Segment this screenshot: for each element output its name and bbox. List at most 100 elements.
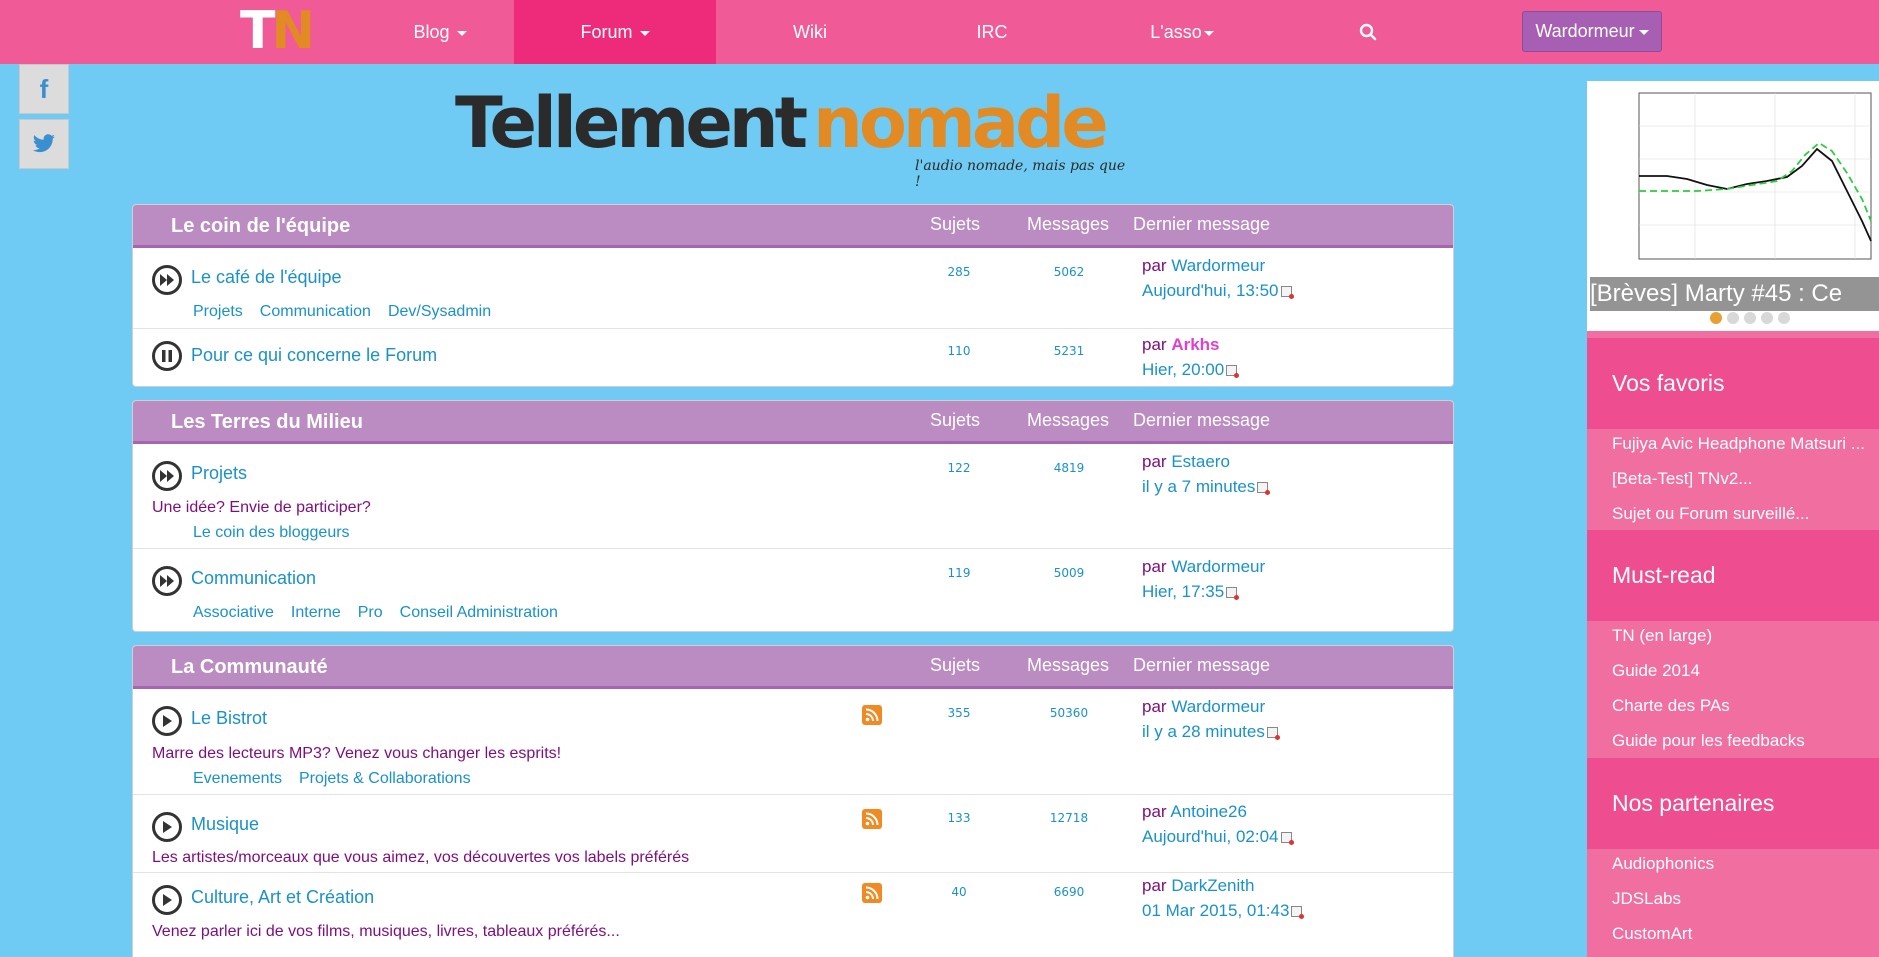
subforum-link[interactable]: Projets (193, 303, 243, 321)
section-title[interactable]: Le coin de l'équipe (171, 215, 350, 238)
last-post-time[interactable]: Aujourd'hui, 13:50 (1142, 278, 1294, 303)
forum-row: Le café de l'équipe Projets Communicatio… (133, 248, 1453, 329)
forum-title-link[interactable]: Musique (191, 814, 259, 835)
partner-link[interactable]: Audiophonics (1612, 854, 1714, 874)
rss-feed-button[interactable] (862, 883, 882, 903)
must-read-link[interactable]: TN (en large) (1612, 626, 1712, 646)
subforum-list: Associative Interne Pro Conseil Administ… (193, 604, 558, 622)
forum-description: Venez parler ici de vos films, musiques,… (152, 923, 620, 940)
site-logo[interactable]: T N (240, 2, 315, 60)
forum-title-link[interactable]: Communication (191, 568, 316, 589)
goto-post-icon[interactable] (1257, 482, 1271, 495)
nav-irc[interactable]: IRC (912, 0, 1072, 64)
last-post-time[interactable]: il y a 28 minutes (1142, 719, 1280, 744)
section-title[interactable]: Les Terres du Milieu (171, 411, 363, 434)
last-post-time[interactable]: Aujourd'hui, 02:04 (1142, 824, 1294, 849)
carousel-dot[interactable] (1710, 312, 1722, 324)
subforum-link[interactable]: Projets & Collaborations (299, 770, 471, 788)
search-button[interactable] (1348, 0, 1388, 64)
column-messages: Messages (1027, 655, 1110, 675)
message-count: 4819 (1053, 461, 1085, 475)
last-post-by-label: par (1142, 557, 1167, 576)
forum-title-link[interactable]: Pour ce qui concerne le Forum (191, 345, 437, 366)
carousel-dot[interactable] (1778, 312, 1790, 324)
nav-blog[interactable]: Blog (360, 0, 520, 64)
rss-feed-button[interactable] (862, 809, 882, 829)
carousel-dot[interactable] (1761, 312, 1773, 324)
column-last-message: Dernier message (1133, 410, 1271, 430)
subforum-list: Le coin des bloggeurs (193, 524, 350, 542)
goto-post-icon[interactable] (1226, 587, 1240, 600)
last-post: par Wardormeur Aujourd'hui, 13:50 (1142, 253, 1294, 303)
forum-row: Pour ce qui concerne le Forum 110 5231 p… (133, 329, 1453, 385)
favorite-link[interactable]: Sujet ou Forum surveillé... (1612, 504, 1809, 524)
subforum-link[interactable]: Pro (358, 604, 383, 622)
message-count: 5009 (1053, 566, 1085, 580)
goto-post-icon[interactable] (1291, 906, 1305, 919)
carousel-dot[interactable] (1744, 312, 1756, 324)
last-post-author[interactable]: Estaero (1171, 452, 1230, 471)
nav-forum[interactable]: Forum (514, 0, 716, 64)
forum-unread-icon (152, 566, 182, 596)
last-post-author[interactable]: Arkhs (1171, 335, 1219, 354)
last-post-by-label: par (1142, 452, 1167, 471)
logo-letter-t: T (240, 1, 276, 61)
last-post-author[interactable]: DarkZenith (1171, 876, 1254, 895)
must-read-link[interactable]: Charte des PAs (1612, 696, 1730, 716)
subforum-link[interactable]: Associative (193, 604, 274, 622)
nav-asso[interactable]: L'asso (1102, 0, 1262, 64)
topic-count: 110 (947, 344, 971, 358)
rss-icon (865, 886, 879, 900)
rss-feed-button[interactable] (862, 705, 882, 725)
column-last-message: Dernier message (1133, 655, 1271, 675)
facebook-icon: f (39, 73, 49, 104)
must-read-link[interactable]: Guide pour les feedbacks (1612, 731, 1805, 751)
favorite-link[interactable]: [Beta-Test] TNv2... (1612, 469, 1752, 489)
forum-section: Le coin de l'équipe Sujets Messages Dern… (132, 204, 1454, 387)
forum-row: Culture, Art et Création Venez parler ic… (133, 873, 1453, 951)
goto-post-icon[interactable] (1280, 832, 1294, 845)
goto-post-icon[interactable] (1266, 727, 1280, 740)
section-title[interactable]: La Communauté (171, 656, 328, 679)
facebook-button[interactable]: f (19, 64, 69, 114)
forum-title-link[interactable]: Culture, Art et Création (191, 887, 374, 908)
subforum-link[interactable]: Conseil Administration (400, 604, 558, 622)
last-post-time[interactable]: Hier, 20:00 (1142, 357, 1240, 382)
carousel-caption[interactable]: [Brèves] Marty #45 : Ce (1590, 277, 1879, 311)
goto-post-icon[interactable] (1280, 286, 1294, 299)
last-post-author[interactable]: Wardormeur (1171, 256, 1265, 275)
forum-section: La Communauté Sujets Messages Dernier me… (132, 645, 1454, 957)
subforum-link[interactable]: Interne (291, 604, 341, 622)
last-post-time[interactable]: il y a 7 minutes (1142, 474, 1271, 499)
forum-unread-icon (152, 461, 182, 491)
must-read-link[interactable]: Guide 2014 (1612, 661, 1700, 681)
topic-count: 119 (947, 566, 971, 580)
partner-link[interactable]: JDSLabs (1612, 889, 1681, 909)
subforum-link[interactable]: Evenements (193, 770, 282, 788)
favorite-link[interactable]: Fujiya Avic Headphone Matsuri ... (1612, 434, 1865, 454)
forum-title-link[interactable]: Le café de l'équipe (191, 267, 342, 288)
user-menu-button[interactable]: Wardormeur (1522, 11, 1662, 52)
carousel-dot[interactable] (1727, 312, 1739, 324)
subforum-link[interactable]: Le coin des bloggeurs (193, 524, 350, 542)
subforum-link[interactable]: Dev/Sysadmin (388, 303, 491, 321)
last-post-author[interactable]: Antoine26 (1170, 802, 1247, 821)
last-post: par Estaero il y a 7 minutes (1142, 449, 1271, 499)
last-post-author[interactable]: Wardormeur (1171, 557, 1265, 576)
twitter-button[interactable] (19, 119, 69, 169)
last-post-author[interactable]: Wardormeur (1171, 697, 1265, 716)
site-banner[interactable]: Tellement nomade l'audio nomade, mais pa… (455, 88, 1135, 190)
last-post-by-label: par (1142, 335, 1167, 354)
subforum-link[interactable]: Communication (260, 303, 371, 321)
forum-description: Une idée? Envie de participer? (152, 499, 371, 516)
forum-row: Le Bistrot Marre des lecteurs MP3? Venez… (133, 689, 1453, 795)
last-post-time[interactable]: 01 Mar 2015, 01:43 (1142, 898, 1305, 923)
goto-post-icon[interactable] (1226, 365, 1240, 378)
forum-title-link[interactable]: Projets (191, 463, 247, 484)
section-header: La Communauté Sujets Messages Dernier me… (133, 646, 1453, 689)
nav-wiki[interactable]: Wiki (730, 0, 890, 64)
last-post-time[interactable]: Hier, 17:35 (1142, 579, 1265, 604)
partner-link[interactable]: CustomArt (1612, 924, 1692, 944)
forum-title-link[interactable]: Le Bistrot (191, 708, 267, 729)
last-post-time-text: Aujourd'hui, 13:50 (1142, 281, 1279, 300)
